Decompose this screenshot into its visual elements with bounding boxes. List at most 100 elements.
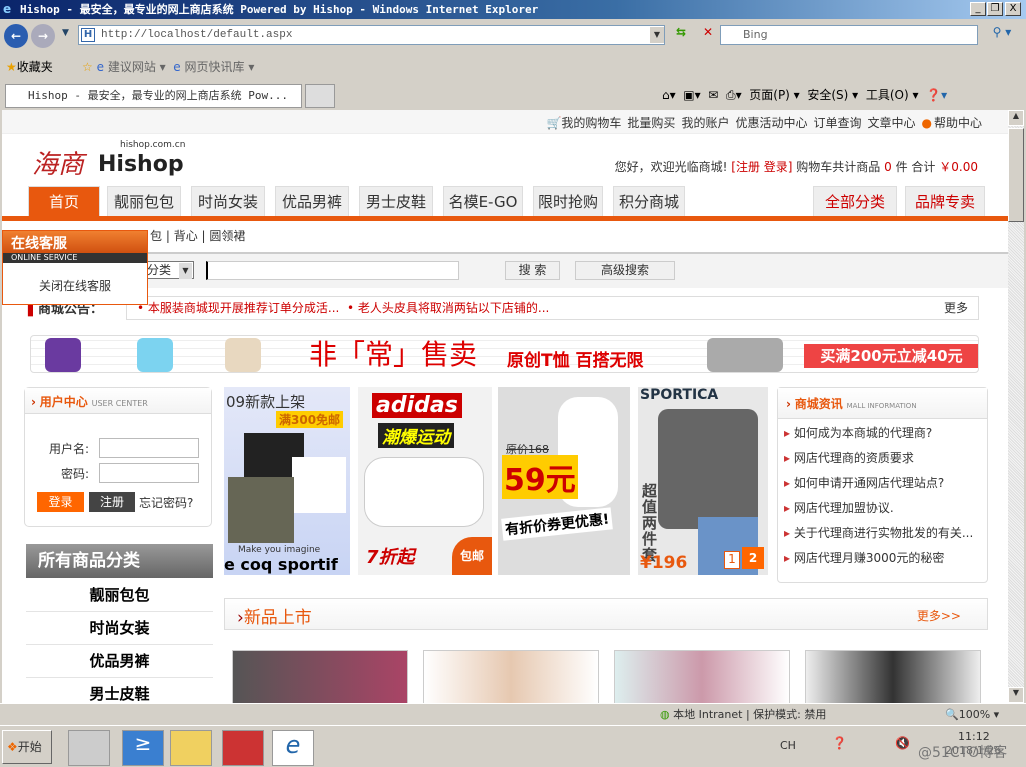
scroll-up-button[interactable]: ▲ xyxy=(1008,110,1024,126)
notice-item[interactable]: 老人头皮具将取消两钻以下店铺的... xyxy=(358,301,549,315)
register-login-link[interactable]: [注册 登录] xyxy=(731,160,792,174)
toolbox-icon[interactable] xyxy=(222,730,264,766)
home-icon[interactable]: ⌂▾ xyxy=(662,88,676,102)
link-bulk-buy[interactable]: 批量购买 xyxy=(627,116,675,130)
slide-page-1[interactable]: 1 xyxy=(724,551,740,569)
nav-home[interactable]: 首页 xyxy=(28,186,100,216)
link-help[interactable]: 帮助中心 xyxy=(934,116,982,130)
keyword[interactable]: | 背心 xyxy=(166,229,198,243)
vertical-scrollbar[interactable]: ▲ ▼ xyxy=(1008,110,1024,703)
fav-suggested-sites[interactable]: 建议网站 ▾ xyxy=(108,60,166,74)
promo-image-coupon[interactable]: 原价168 59元 有折价券更优惠! xyxy=(498,387,630,575)
news-item[interactable]: 网店代理加盟协议. xyxy=(784,496,987,521)
keyword[interactable]: 包 xyxy=(150,229,162,243)
promo-image-sportica[interactable]: SPORTICA 超值两件套 ¥196 1 2 xyxy=(638,387,768,575)
nav-mens-pants[interactable]: 优品男裤 xyxy=(275,186,349,216)
link-order-query[interactable]: 订单查询 xyxy=(813,116,861,130)
scroll-down-button[interactable]: ▼ xyxy=(1008,687,1024,703)
close-online-service-link[interactable]: 关闭在线客服 xyxy=(3,277,147,294)
page-menu[interactable]: 页面(P) ▾ xyxy=(749,88,799,102)
news-item[interactable]: 网店代理月赚3000元的秘密 xyxy=(784,546,987,571)
explorer-folder-icon[interactable] xyxy=(170,730,212,766)
search-submit-button[interactable]: 搜 索 xyxy=(505,261,560,280)
promo-image-lecoq[interactable]: 09新款上架 满300免邮 Make you imagine e coq spo… xyxy=(224,387,350,575)
restore-button[interactable]: ❐ xyxy=(987,2,1003,16)
close-button[interactable]: X xyxy=(1005,2,1021,16)
nav-all-categories[interactable]: 全部分类 xyxy=(813,186,897,216)
link-my-cart[interactable]: 我的购物车 xyxy=(561,116,621,130)
nav-womens[interactable]: 时尚女装 xyxy=(191,186,265,216)
nav-points-mall[interactable]: 积分商城 xyxy=(613,186,685,216)
password-input[interactable] xyxy=(99,463,199,483)
register-button[interactable]: 注册 xyxy=(89,492,135,512)
category-item[interactable]: 男士皮鞋 xyxy=(26,678,213,703)
link-promotions[interactable]: 优惠活动中心 xyxy=(735,116,807,130)
category-item[interactable]: 优品男裤 xyxy=(26,645,213,678)
mail-icon[interactable]: ✉ xyxy=(708,88,718,102)
volume-muted-icon[interactable]: 🔇 xyxy=(895,736,910,750)
server-manager-icon[interactable] xyxy=(68,730,110,766)
zoom-level[interactable]: 🔍100% ▾ xyxy=(945,704,999,726)
nav-ego[interactable]: 名模E-GO xyxy=(443,186,523,216)
nav-flash-sale[interactable]: 限时抢购 xyxy=(533,186,603,216)
internet-explorer-icon[interactable]: e xyxy=(272,730,314,766)
nav-brands[interactable]: 品牌专卖 xyxy=(905,186,985,216)
product-image[interactable] xyxy=(423,650,599,703)
news-item[interactable]: 网店代理商的资质要求 xyxy=(784,446,987,471)
safety-menu[interactable]: 安全(S) ▾ xyxy=(807,88,858,102)
category-item[interactable]: 时尚女装 xyxy=(26,612,213,645)
keyword-input[interactable] xyxy=(206,261,459,280)
promo-image-adidas[interactable]: adidas 潮爆运动 7折起 包邮 xyxy=(358,387,492,575)
address-bar[interactable]: http://localhost/default.aspx xyxy=(78,25,665,45)
product-image[interactable] xyxy=(805,650,981,703)
keyword[interactable]: | 圆领裙 xyxy=(202,229,246,243)
browser-tab-active[interactable]: Hishop - 最安全，最专业的网上商店系统 Pow... xyxy=(5,84,302,108)
forgot-password-link[interactable]: 忘记密码? xyxy=(139,494,193,511)
forward-button[interactable]: → xyxy=(31,24,55,48)
zone-indicator[interactable]: ◍ 本地 Intranet | 保护模式: 禁用 xyxy=(660,704,826,726)
link-my-account[interactable]: 我的账户 xyxy=(681,116,729,130)
new-tab-button[interactable] xyxy=(305,84,335,108)
news-item[interactable]: 如何成为本商城的代理商? xyxy=(784,421,987,446)
favorites-button[interactable]: ★收藏夹 xyxy=(6,58,53,75)
powershell-icon[interactable]: ≥ xyxy=(122,730,164,766)
feeds-icon[interactable]: ▣▾ xyxy=(683,88,700,102)
category-item[interactable]: 靓丽包包 xyxy=(26,579,213,612)
minimize-button[interactable]: _ xyxy=(970,2,986,16)
fav-web-slice-gallery[interactable]: 网页快讯库 ▾ xyxy=(185,60,255,74)
link-articles[interactable]: 文章中心 xyxy=(867,116,915,130)
mall-info-panel: › 商城资讯 MALL INFORMATION 如何成为本商城的代理商? 网店代… xyxy=(777,387,988,583)
address-dropdown-button[interactable]: ▼ xyxy=(650,27,664,43)
add-favorite-icon[interactable]: ☆ xyxy=(82,60,93,74)
news-item[interactable]: 如何申请开通网店代理站点? xyxy=(784,471,987,496)
star-icon: ★ xyxy=(6,60,17,74)
advanced-search-button[interactable]: 高级搜索 xyxy=(575,261,675,280)
new-arrivals-more-link[interactable]: 更多>> xyxy=(917,607,961,624)
status-bar: ◍ 本地 Intranet | 保护模式: 禁用 🔍100% ▾ xyxy=(0,703,1026,725)
nav-bags[interactable]: 靓丽包包 xyxy=(107,186,181,216)
back-button[interactable]: ← xyxy=(4,24,28,48)
nav-mens-shoes[interactable]: 男士皮鞋 xyxy=(359,186,433,216)
news-item[interactable]: 关于代理商进行实物批发的有关... xyxy=(784,521,987,546)
language-indicator[interactable]: CH xyxy=(780,739,796,752)
scroll-thumb[interactable] xyxy=(1008,128,1024,222)
promo-banner[interactable]: 非「常」售卖 原创T恤 百搭无限 买满200元立减40元 xyxy=(30,335,979,373)
notice-more-link[interactable]: 更多 xyxy=(944,297,968,319)
username-input[interactable] xyxy=(99,438,199,458)
search-input[interactable]: Bing xyxy=(720,25,978,45)
help-icon[interactable]: ❓▾ xyxy=(926,88,947,102)
product-image[interactable] xyxy=(614,650,790,703)
start-button[interactable]: ❖开始 xyxy=(2,730,52,764)
product-image[interactable] xyxy=(232,650,408,703)
search-button[interactable]: ⚲ ▾ xyxy=(985,25,1019,45)
stop-icon[interactable]: ✕ xyxy=(698,25,718,45)
refresh-icon[interactable]: ⇆ xyxy=(671,25,691,45)
site-logo[interactable]: 海商 Hishop hishop.com.cn xyxy=(32,140,185,180)
tools-menu[interactable]: 工具(O) ▾ xyxy=(866,88,919,102)
print-icon[interactable]: ⎙▾ xyxy=(726,88,742,102)
notice-item[interactable]: 本服装商城现开展推荐订单分成活... xyxy=(148,301,339,315)
slide-page-2[interactable]: 2 xyxy=(742,547,764,569)
help-icon[interactable]: ❓ xyxy=(832,736,847,750)
login-button[interactable]: 登录 xyxy=(37,492,84,512)
recent-pages-dropdown-icon[interactable]: ▼ xyxy=(62,28,69,38)
